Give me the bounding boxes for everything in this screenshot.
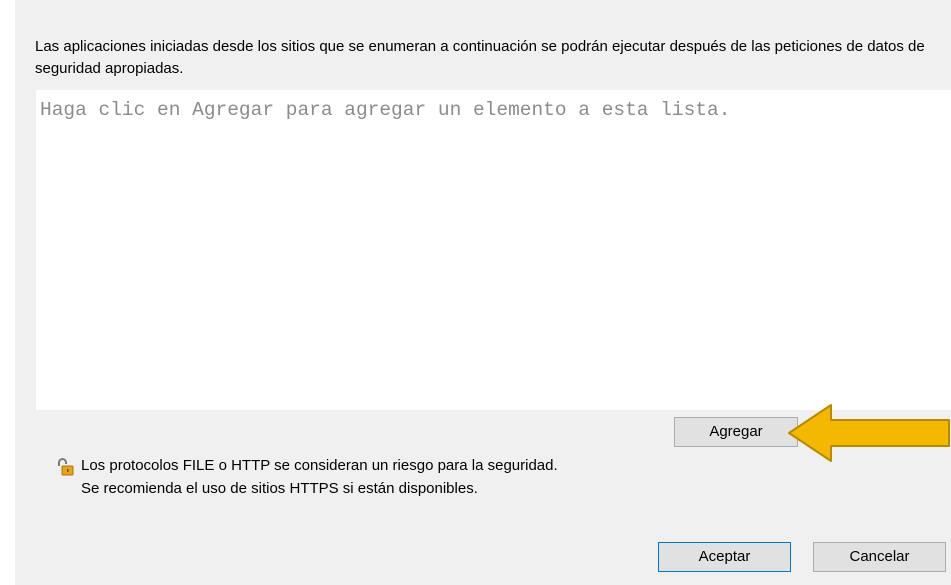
arrow-left-icon	[788, 404, 950, 462]
cancel-button[interactable]: Cancelar	[813, 542, 946, 572]
site-list[interactable]: Haga clic en Agregar para agregar un ele…	[36, 90, 951, 410]
unlocked-padlock-icon	[58, 458, 74, 476]
security-warning-line-1: Los protocolos FILE o HTTP se consideran…	[81, 457, 558, 474]
security-warning-line-2: Se recomienda el uso de sitios HTTPS si …	[81, 480, 478, 497]
add-button[interactable]: Agregar	[674, 417, 798, 447]
site-list-placeholder: Haga clic en Agregar para agregar un ele…	[40, 99, 731, 121]
dialog-description: Las aplicaciones iniciadas desde los sit…	[35, 38, 925, 77]
ok-button[interactable]: Aceptar	[658, 542, 791, 572]
exception-site-list-dialog: Las aplicaciones iniciadas desde los sit…	[15, 0, 951, 585]
security-warning: Los protocolos FILE o HTTP se consideran…	[81, 454, 558, 500]
